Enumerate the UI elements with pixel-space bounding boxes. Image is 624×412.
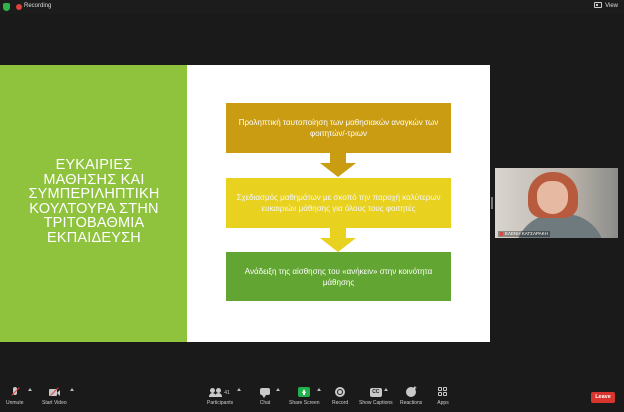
participants-button[interactable]: 41 Participants bbox=[207, 387, 233, 406]
participant-name-tag: ΕΛΕΝΗ ΚΑΤΣΑΡΑΚΗ bbox=[498, 231, 550, 237]
step-box-1: Προληπτική ταυτοποίηση των μαθησιακών αν… bbox=[226, 103, 451, 153]
meeting-toolbar: Unmute Start Video 41 Participants Chat … bbox=[0, 384, 624, 412]
microphone-muted-icon bbox=[9, 387, 21, 398]
apps-label: Apps bbox=[437, 400, 449, 406]
participants-label: Participants bbox=[207, 400, 234, 406]
participant-name: ΕΛΕΝΗ ΚΑΤΣΑΡΑΚΗ bbox=[505, 231, 548, 236]
share-screen-button[interactable]: Share Screen bbox=[289, 387, 320, 406]
start-video-label: Start Video bbox=[42, 400, 67, 406]
participants-count: 41 bbox=[224, 389, 230, 396]
muted-mic-icon bbox=[500, 232, 503, 236]
apps-icon bbox=[437, 387, 449, 398]
record-label: Record bbox=[332, 400, 349, 406]
apps-button[interactable]: Apps bbox=[437, 387, 449, 406]
slide-title-panel: ΕΥΚΑΙΡΙΕΣ ΜΑΘΗΣΗΣ ΚΑΙ ΣΥΜΠΕΡΙΛΗΠΤΙΚΗ ΚΟΥ… bbox=[0, 65, 187, 342]
participants-icon bbox=[209, 387, 222, 398]
step-text-1: Προληπτική ταυτοποίηση των μαθησιακών αν… bbox=[238, 118, 439, 138]
slide-title: ΕΥΚΑΙΡΙΕΣ ΜΑΘΗΣΗΣ ΚΑΙ ΣΥΜΠΕΡΙΛΗΠΤΙΚΗ ΚΟΥ… bbox=[28, 157, 160, 246]
view-label: View bbox=[605, 3, 618, 9]
shared-screen-slide: ΕΥΚΑΙΡΙΕΣ ΜΑΘΗΣΗΣ ΚΑΙ ΣΥΜΠΕΡΙΛΗΠΤΙΚΗ ΚΟΥ… bbox=[0, 65, 490, 342]
panel-resize-handle[interactable] bbox=[491, 197, 493, 209]
view-button[interactable]: View bbox=[594, 2, 618, 11]
reactions-label: Reactions bbox=[400, 400, 423, 406]
unmute-label: Unmute bbox=[6, 400, 24, 406]
step-text-2: Σχεδιασμός μαθημάτων με σκοπό την παροχή… bbox=[236, 193, 441, 213]
recording-label: Recording bbox=[24, 3, 52, 9]
step-text-3: Ανάδειξη της αίσθησης του «ανήκειν» στην… bbox=[244, 266, 433, 287]
captions-icon: CC bbox=[369, 387, 382, 398]
share-screen-icon bbox=[298, 387, 311, 398]
participant-video-tile[interactable]: ΕΛΕΝΗ ΚΑΤΣΑΡΑΚΗ bbox=[495, 168, 618, 238]
leave-button[interactable]: Leave bbox=[591, 392, 615, 403]
view-icon bbox=[594, 2, 603, 8]
participant-face bbox=[537, 181, 568, 214]
video-options-chevron-icon[interactable] bbox=[70, 388, 74, 391]
unmute-button[interactable]: Unmute bbox=[6, 387, 24, 406]
captions-options-chevron-icon[interactable] bbox=[384, 388, 388, 391]
chat-button[interactable]: Chat bbox=[259, 387, 271, 406]
participants-options-chevron-icon[interactable] bbox=[237, 388, 241, 391]
step-box-3: Ανάδειξη της αίσθησης του «ανήκειν» στην… bbox=[226, 252, 451, 301]
meeting-top-bar: Recording View bbox=[0, 0, 624, 14]
share-options-chevron-icon[interactable] bbox=[317, 388, 321, 391]
video-camera-off-icon bbox=[48, 387, 61, 398]
chat-label: Chat bbox=[259, 400, 271, 406]
audio-options-chevron-icon[interactable] bbox=[28, 388, 32, 391]
record-button[interactable]: Record bbox=[332, 387, 348, 406]
reactions-button[interactable]: + Reactions bbox=[400, 386, 423, 406]
recording-icon bbox=[16, 4, 22, 10]
reactions-icon: + bbox=[405, 386, 417, 398]
step-box-2: Σχεδιασμός μαθημάτων με σκοπό την παροχή… bbox=[226, 178, 451, 228]
show-captions-label: Show Captions bbox=[359, 400, 393, 406]
security-shield-icon[interactable] bbox=[3, 3, 10, 11]
record-icon bbox=[334, 387, 346, 398]
start-video-button[interactable]: Start Video bbox=[42, 387, 67, 406]
chat-icon bbox=[259, 387, 271, 398]
chat-options-chevron-icon[interactable] bbox=[276, 388, 280, 391]
share-screen-label: Share Screen bbox=[289, 400, 320, 406]
